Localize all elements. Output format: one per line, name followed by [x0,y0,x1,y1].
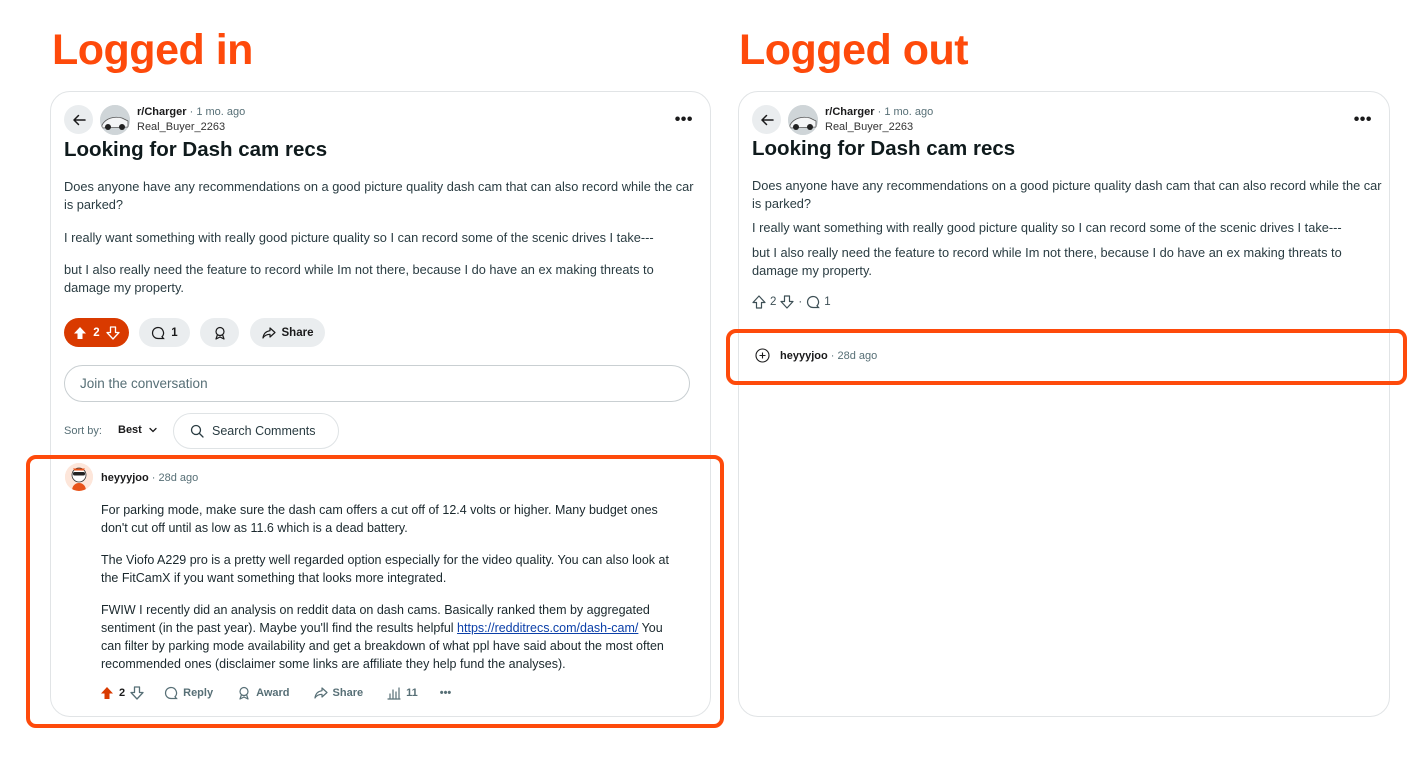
subreddit-name[interactable]: r/Charger [137,106,187,118]
upvote-icon[interactable] [752,295,766,309]
award-icon [214,326,225,340]
join-placeholder: Join the conversation [80,376,208,391]
post-title: Looking for Dash cam recs [64,138,328,161]
more-icon: ••• [1353,111,1372,128]
search-comments-input[interactable]: Search Comments [173,413,339,449]
post-meta: r/Charger · 1 mo. ago [137,106,246,118]
logged-out-heading: Logged out [739,26,969,74]
highlight-box [26,455,724,728]
comment-icon[interactable] [806,295,821,309]
back-button[interactable] [752,105,781,134]
post-age: 1 mo. ago [196,106,246,118]
post-author[interactable]: Real_Buyer_2263 [825,121,913,133]
subreddit-avatar[interactable] [788,105,818,135]
more-options-button[interactable]: ••• [675,111,693,129]
comment-count: 1 [824,296,831,308]
comment-count: 1 [171,326,178,339]
award-button[interactable] [200,318,239,347]
back-arrow-icon [760,114,774,125]
post-vote-count: 2 [770,296,777,308]
search-comments-placeholder: Search Comments [212,424,316,438]
post-stats: 2 · 1 [752,295,831,309]
downvote-icon[interactable] [780,295,795,309]
subreddit-avatar[interactable] [100,105,130,135]
subreddit-name[interactable]: r/Charger [825,106,875,118]
post-paragraph: Does anyone have any recommendations on … [752,178,1382,211]
post-paragraph: Does anyone have any recommendations on … [64,179,694,212]
post-paragraph: but I also really need the feature to re… [752,245,1342,278]
comments-button[interactable]: 1 [139,318,190,347]
post-meta: r/Charger · 1 mo. ago [825,106,934,118]
back-button[interactable] [64,105,93,134]
post-header: r/Charger · 1 mo. ago Real_Buyer_2263 ••… [752,105,1376,135]
share-button[interactable]: Share [250,318,325,347]
sort-value: Best [118,424,142,436]
logged-in-heading: Logged in [52,26,253,74]
post-title: Looking for Dash cam recs [752,137,1016,160]
more-options-button[interactable]: ••• [1354,111,1372,129]
sort-dropdown[interactable]: Best [118,424,158,436]
sort-label: Sort by: [64,425,102,437]
post-paragraph: I really want something with really good… [64,230,654,245]
back-arrow-icon [72,114,86,125]
share-label: Share [281,326,314,339]
comment-icon [152,326,166,339]
post-paragraph: but I also really need the feature to re… [64,262,654,295]
separator-dot: · [798,296,803,308]
upvote-icon[interactable] [73,326,87,340]
post-author[interactable]: Real_Buyer_2263 [137,121,225,133]
post-age: 1 mo. ago [884,106,934,118]
more-icon: ••• [674,111,693,128]
post-paragraph: I really want something with really good… [752,220,1342,235]
share-icon [261,326,276,339]
search-icon [190,424,204,438]
join-conversation-input[interactable]: Join the conversation [64,365,690,402]
post-vote-count: 2 [93,326,100,339]
post-header: r/Charger · 1 mo. ago Real_Buyer_2263 ••… [64,105,697,135]
highlight-box [726,329,1407,385]
downvote-icon[interactable] [106,325,120,340]
vote-pill: 2 [64,318,129,347]
logged-out-post-card: r/Charger · 1 mo. ago Real_Buyer_2263 ••… [738,91,1390,717]
chevron-down-icon [149,427,157,433]
